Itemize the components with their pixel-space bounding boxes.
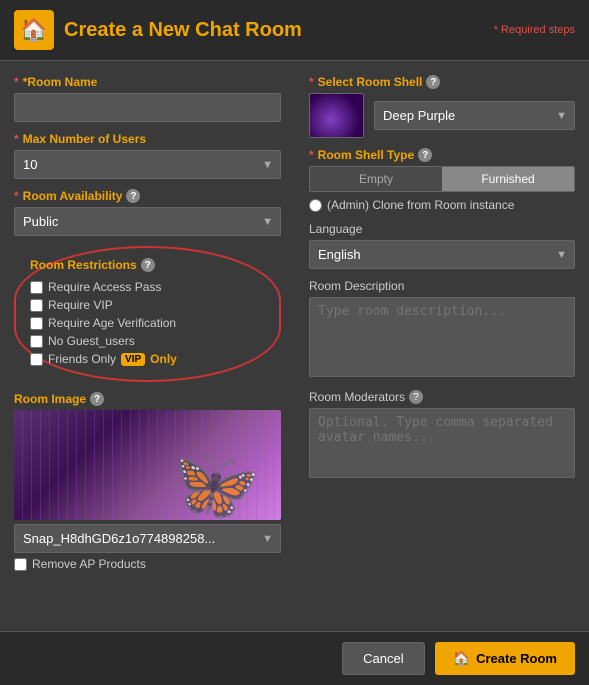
clone-label: (Admin) Clone from Room instance xyxy=(327,198,514,212)
remove-ap-label: Remove AP Products xyxy=(32,557,146,571)
restrictions-title: Room Restrictions ? xyxy=(30,258,265,272)
restriction-no-guest: No Guest_users xyxy=(30,334,265,348)
remove-ap-checkbox[interactable] xyxy=(14,558,27,571)
image-help-icon[interactable]: ? xyxy=(90,392,104,406)
remove-ap-row: Remove AP Products xyxy=(14,557,281,571)
language-label: Language xyxy=(309,222,575,236)
moderators-help-icon[interactable]: ? xyxy=(409,390,423,404)
room-availability-field: * Room Availability ? Public Private ▼ xyxy=(14,189,281,236)
no-guest-checkbox[interactable] xyxy=(30,335,43,348)
availability-select-wrapper: Public Private ▼ xyxy=(14,207,281,236)
image-select-row: Snap_H8dhGD6z1o774898258... ▼ xyxy=(14,524,281,553)
availability-help-icon[interactable]: ? xyxy=(126,189,140,203)
room-moderators-label: Room Moderators ? xyxy=(309,390,575,404)
room-description-input[interactable] xyxy=(309,297,575,377)
empty-button[interactable]: Empty xyxy=(310,167,442,191)
language-select-wrapper: English ▼ xyxy=(309,240,575,269)
cancel-button[interactable]: Cancel xyxy=(342,642,424,675)
shell-type-label: * Room Shell Type ? xyxy=(309,148,575,162)
restriction-access-pass: Require Access Pass xyxy=(30,280,265,294)
modal-body: * *Room Name Varsha's Room * Max Number … xyxy=(0,61,589,631)
shell-help-icon[interactable]: ? xyxy=(426,75,440,89)
room-restrictions-box: Room Restrictions ? Require Access Pass … xyxy=(14,246,281,382)
left-panel: * *Room Name Varsha's Room * Max Number … xyxy=(0,61,295,631)
create-room-button[interactable]: 🏠 Create Room xyxy=(435,642,575,675)
room-description-field: Room Description xyxy=(309,279,575,380)
page-title: Create a New Chat Room xyxy=(64,19,302,42)
restriction-age: Require Age Verification xyxy=(30,316,265,330)
image-select[interactable]: Snap_H8dhGD6z1o774898258... xyxy=(14,524,281,553)
room-moderators-input[interactable] xyxy=(309,408,575,478)
room-availability-label: * Room Availability ? xyxy=(14,189,281,203)
shell-type-field: * Room Shell Type ? Empty Furnished (Adm… xyxy=(309,148,575,212)
shell-select[interactable]: Deep Purple xyxy=(374,101,575,130)
restriction-friends-only: Friends Only VIP Only xyxy=(30,352,265,366)
vip-badge: VIP xyxy=(121,353,145,366)
room-description-label: Room Description xyxy=(309,279,575,293)
required-note: * Required steps xyxy=(494,24,575,36)
only-text: Only xyxy=(150,352,177,366)
room-name-input[interactable]: Varsha's Room xyxy=(14,93,281,122)
room-image-section: Room Image ? 🦋 Snap_H8dhGD6z1o774898258.… xyxy=(14,392,281,571)
language-field: Language English ▼ xyxy=(309,222,575,269)
max-users-field: * Max Number of Users 10 20 50 ▼ xyxy=(14,132,281,179)
right-panel: * Select Room Shell ? Deep Purple ▼ xyxy=(295,61,589,631)
shell-preview: Deep Purple ▼ xyxy=(309,93,575,138)
max-users-select-wrapper: 10 20 50 ▼ xyxy=(14,150,281,179)
create-house-icon: 🏠 xyxy=(453,650,470,667)
room-image-preview: 🦋 xyxy=(14,410,281,520)
clone-row: (Admin) Clone from Room instance xyxy=(309,198,575,212)
clone-radio[interactable] xyxy=(309,199,322,212)
vip-checkbox[interactable] xyxy=(30,299,43,312)
shell-select-wrapper: Deep Purple ▼ xyxy=(374,101,575,130)
create-room-label: Create Room xyxy=(476,651,557,666)
max-users-select[interactable]: 10 20 50 xyxy=(14,150,281,179)
room-moderators-field: Room Moderators ? xyxy=(309,390,575,481)
modal-header: 🏠 Create a New Chat Room * Required step… xyxy=(0,0,589,61)
language-select[interactable]: English xyxy=(309,240,575,269)
create-chat-room-modal: 🏠 Create a New Chat Room * Required step… xyxy=(0,0,589,685)
age-checkbox[interactable] xyxy=(30,317,43,330)
butterfly-icon: 🦋 xyxy=(174,450,261,520)
restriction-vip: Require VIP xyxy=(30,298,265,312)
friends-only-checkbox[interactable] xyxy=(30,353,43,366)
room-name-label: * *Room Name xyxy=(14,75,281,89)
image-filename-wrapper: Snap_H8dhGD6z1o774898258... ▼ xyxy=(14,524,281,553)
max-users-label: * Max Number of Users xyxy=(14,132,281,146)
room-availability-select[interactable]: Public Private xyxy=(14,207,281,236)
select-shell-label: * Select Room Shell ? xyxy=(309,75,575,89)
restrictions-help-icon[interactable]: ? xyxy=(141,258,155,272)
room-name-field: * *Room Name Varsha's Room xyxy=(14,75,281,122)
shell-type-buttons: Empty Furnished xyxy=(309,166,575,192)
access-pass-checkbox[interactable] xyxy=(30,281,43,294)
house-icon: 🏠 xyxy=(14,10,54,50)
shell-type-help-icon[interactable]: ? xyxy=(418,148,432,162)
select-shell-field: * Select Room Shell ? Deep Purple ▼ xyxy=(309,75,575,138)
shell-thumbnail xyxy=(309,93,364,138)
room-image-label: Room Image ? xyxy=(14,392,281,406)
furnished-button[interactable]: Furnished xyxy=(442,167,574,191)
modal-footer: Cancel 🏠 Create Room xyxy=(0,631,589,685)
